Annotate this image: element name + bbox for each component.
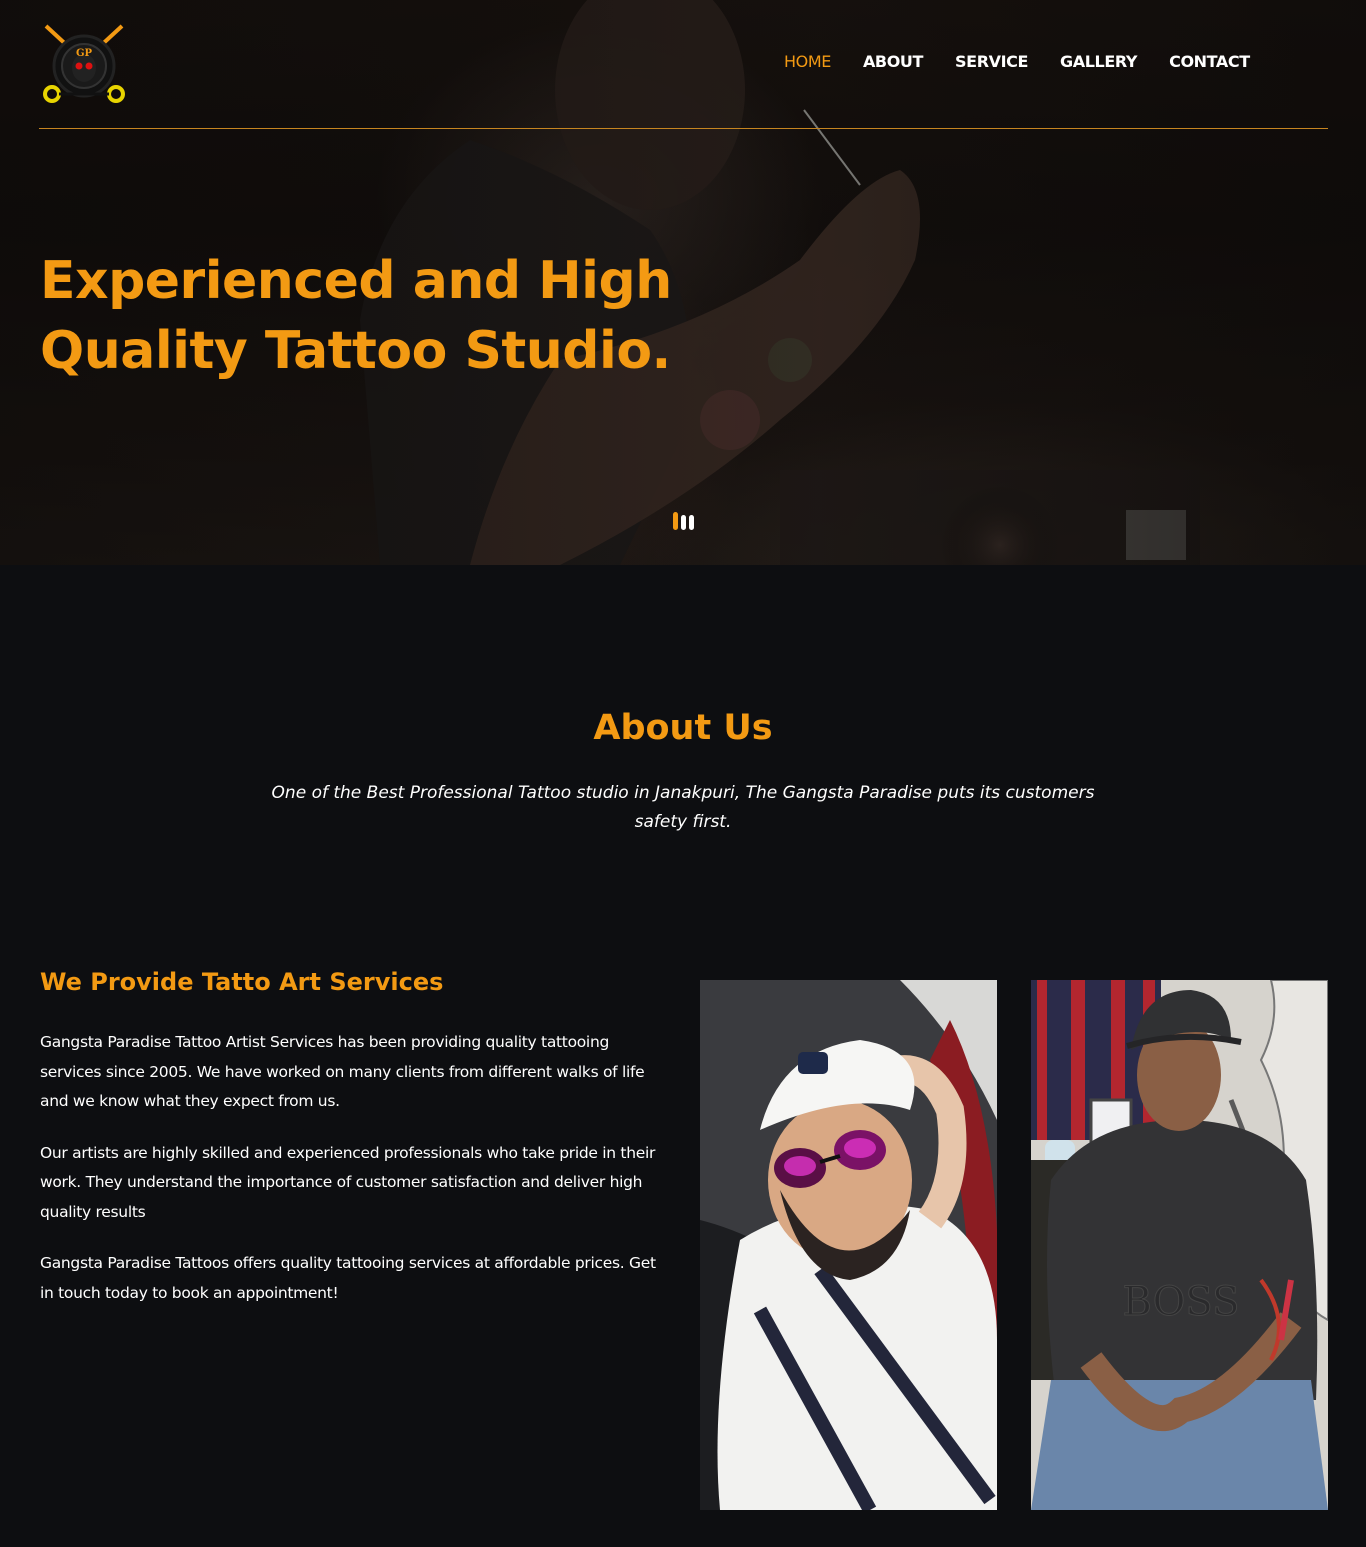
slider-dot-3[interactable] (689, 515, 694, 530)
nav-service[interactable]: SERVICE (955, 52, 1028, 71)
nav-about[interactable]: ABOUT (863, 52, 923, 71)
nav-gallery[interactable]: GALLERY (1060, 52, 1137, 71)
nav-contact[interactable]: CONTACT (1169, 52, 1250, 71)
services-paragraph: Our artists are highly skilled and exper… (40, 1143, 656, 1221)
slider-pagination (673, 512, 694, 530)
main-nav: HOME ABOUT SERVICE GALLERY CONTACT (784, 52, 1282, 71)
nav-home[interactable]: HOME (784, 52, 831, 71)
about-title: About Us (593, 708, 773, 748)
services-description: Gangsta Paradise Tattoo Artist Services … (40, 1028, 672, 1330)
hero-title: Experienced and High Quality Tattoo Stud… (40, 251, 672, 381)
artist-photo-1 (700, 980, 997, 1510)
artist-photo-2: BOSS (1031, 980, 1328, 1510)
gangsta-paradise-logo[interactable]: GP (40, 22, 128, 106)
svg-text:GP: GP (76, 48, 93, 59)
svg-text:BOSS: BOSS (1122, 1279, 1239, 1325)
slider-dot-2[interactable] (681, 515, 686, 530)
services-paragraph: Gangsta Paradise Tattoos offers quality … (40, 1254, 656, 1302)
header-divider (39, 128, 1328, 129)
hero-slider: GP HOME ABOUT SERVICE GALLERY CONTACT Ex… (0, 0, 1366, 565)
services-paragraph: Gangsta Paradise Tattoo Artist Services … (40, 1033, 645, 1110)
services-title: We Provide Tatto Art Services (40, 968, 444, 996)
slider-dot-1[interactable] (673, 512, 678, 530)
about-subtitle: One of the Best Professional Tattoo stud… (271, 783, 1095, 832)
